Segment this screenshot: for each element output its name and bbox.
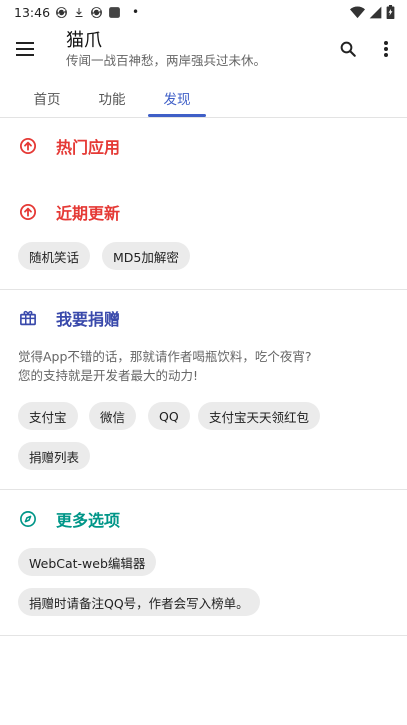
section-hot-apps: 热门应用 [0, 131, 407, 161]
donate-desc-line2: 您的支持就是开发者最大的动力! [18, 368, 199, 383]
app-square-icon [108, 6, 121, 19]
section-title-hot-apps: 热门应用 [56, 138, 121, 157]
arrow-up-circle-icon [18, 202, 38, 222]
section-recent: 近期更新 [0, 197, 407, 227]
section-title-more: 更多选项 [56, 511, 121, 530]
chip-qq[interactable]: QQ [148, 402, 190, 430]
divider [0, 489, 407, 490]
status-right [350, 5, 395, 19]
status-time: 13:46 [14, 4, 51, 20]
battery-icon [386, 5, 395, 19]
section-title-donate: 我要捐赠 [56, 310, 121, 329]
tab-indicator [148, 114, 206, 117]
status-bar: 13:46 • [0, 0, 407, 24]
search-button[interactable] [329, 26, 367, 72]
sync-icon [90, 6, 103, 19]
chip-alipay-red-packet[interactable]: 支付宝天天领红包 [198, 402, 321, 430]
tab-home[interactable]: 首页 [20, 78, 74, 117]
section-title-recent: 近期更新 [56, 204, 121, 223]
download-icon [73, 6, 85, 19]
section-more: 更多选项 [0, 504, 407, 534]
search-icon [340, 41, 356, 57]
more-options-button[interactable] [367, 26, 405, 72]
chip-alipay[interactable]: 支付宝 [18, 402, 78, 430]
chip-donate-note[interactable]: 捐赠时请备注QQ号，作者会写入榜单。 [18, 588, 260, 616]
app-title: 猫爪 [66, 29, 102, 51]
signal-icon [369, 6, 382, 19]
sync-icon [55, 6, 68, 19]
donate-description: 觉得App不错的话，那就请作者喝瓶饮料，吃个夜宵? 您的支持就是开发者最大的动力… [18, 347, 388, 385]
section-donate: 我要捐赠 [0, 303, 407, 333]
status-left: 13:46 • [14, 5, 139, 20]
tab-features[interactable]: 功能 [85, 78, 139, 117]
divider [0, 635, 407, 636]
chip-md5[interactable]: MD5加解密 [102, 242, 190, 270]
chip-random-joke[interactable]: 随机笑话 [18, 242, 91, 270]
hamburger-menu-icon [16, 42, 34, 56]
chip-wechat[interactable]: 微信 [89, 402, 137, 430]
app-bar: 猫爪 传闻一战百神愁，两岸强兵过未休。 [0, 24, 407, 74]
more-vert-icon [384, 41, 388, 57]
arrow-up-circle-icon [18, 136, 38, 156]
divider [0, 289, 407, 290]
compass-icon [18, 509, 38, 529]
menu-button[interactable] [0, 26, 50, 72]
tab-bar: 首页 功能 发现 [0, 78, 407, 118]
tab-discover[interactable]: 发现 [150, 78, 204, 117]
status-dot: • [132, 5, 140, 19]
donate-desc-line1: 觉得App不错的话，那就请作者喝瓶饮料，吃个夜宵? [18, 349, 312, 364]
wifi-icon [350, 6, 365, 19]
chip-webcat-editor[interactable]: WebCat-web编辑器 [18, 548, 157, 576]
title-block: 猫爪 传闻一战百神愁，两岸强兵过未休。 [66, 30, 329, 69]
gift-icon [18, 308, 38, 328]
chip-donation-list[interactable]: 捐赠列表 [18, 442, 91, 470]
app-subtitle: 传闻一战百神愁，两岸强兵过未休。 [66, 52, 267, 68]
